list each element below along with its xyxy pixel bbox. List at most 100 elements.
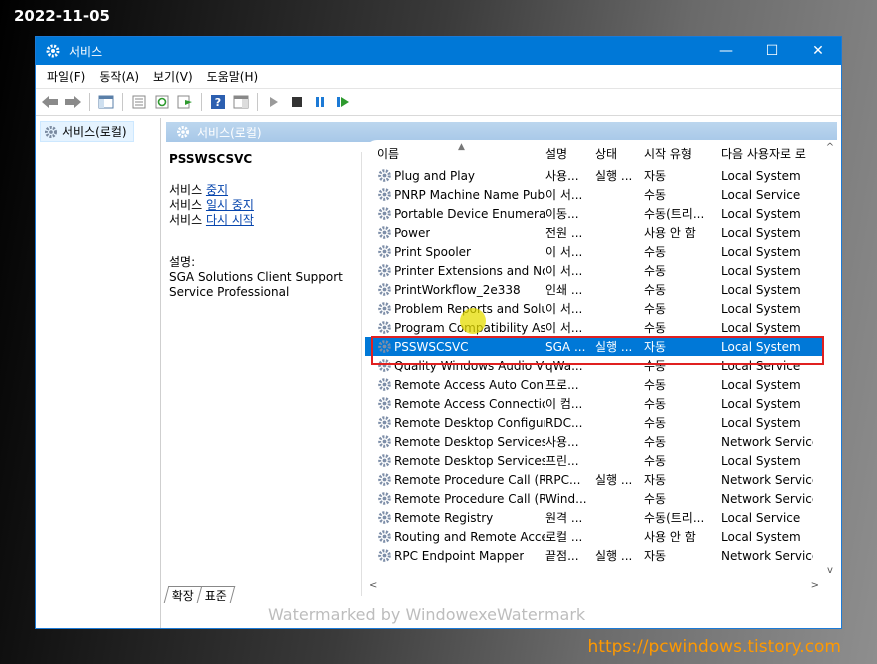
service-gear-icon bbox=[378, 397, 391, 410]
table-row[interactable]: Remote Desktop Services ...프린... 수동 Local … bbox=[365, 451, 837, 470]
help-icon[interactable]: ? bbox=[208, 92, 228, 112]
table-row[interactable]: Remote Desktop Services 사용... 수동 Network Se… bbox=[365, 432, 837, 451]
close-button[interactable]: ✕ bbox=[795, 37, 841, 65]
minimize-button[interactable]: — bbox=[703, 37, 749, 65]
cell-description: 사용... bbox=[545, 435, 579, 449]
column-header-description[interactable]: 설명 bbox=[545, 145, 595, 162]
table-row[interactable]: PrintWorkflow_2e338 인쇄 ... 수동 Local System bbox=[365, 280, 837, 299]
menu-view[interactable]: 보기(V) bbox=[146, 68, 200, 85]
action-prefix: 서비스 bbox=[169, 213, 206, 227]
cell-name: Program Compatibility Assi... bbox=[365, 320, 545, 335]
cell-name: Remote Access Connection... bbox=[365, 396, 545, 411]
pane-header: 서비스(로컬) bbox=[166, 122, 837, 142]
gear-icon bbox=[45, 125, 57, 138]
table-row[interactable]: Problem Reports and Solut...이 서... 수동 Loca… bbox=[365, 299, 837, 318]
refresh-icon[interactable] bbox=[152, 92, 172, 112]
service-name: PNRP Machine Name Publi... bbox=[394, 187, 545, 202]
scroll-up-icon[interactable]: ^ bbox=[823, 142, 837, 153]
table-row[interactable]: Remote Procedure Call (RP...Wind... 수동 Net… bbox=[365, 489, 837, 508]
table-row[interactable]: Remote Access Auto Conn...프로... 수동 Local S… bbox=[365, 375, 837, 394]
cell-startup-type: 수동 bbox=[644, 283, 667, 297]
forward-arrow-icon[interactable] bbox=[63, 92, 83, 112]
service-name: Power bbox=[394, 225, 431, 240]
back-arrow-icon[interactable] bbox=[40, 92, 60, 112]
column-header-name[interactable]: 이름 bbox=[365, 145, 545, 162]
service-gear-icon bbox=[378, 511, 391, 524]
action-prefix: 서비스 bbox=[169, 198, 206, 212]
stop-service-link[interactable]: 중지 bbox=[206, 183, 228, 197]
cell-status: 실행 ... bbox=[595, 473, 633, 487]
table-row[interactable]: RPC Endpoint Mapper 끝점... 실행 ... 자동 Network … bbox=[365, 546, 837, 565]
service-gear-icon bbox=[378, 359, 391, 372]
service-name: RPC Endpoint Mapper bbox=[394, 548, 525, 563]
table-row[interactable]: Remote Desktop Configura...RDC... 수동 Local… bbox=[365, 413, 837, 432]
services-rows: Plug and Play 사용... 실행 ... 자동 Local System PN… bbox=[365, 166, 837, 565]
start-service-icon[interactable] bbox=[264, 92, 284, 112]
cell-startup-type: 자동 bbox=[644, 473, 667, 487]
table-row[interactable]: PNRP Machine Name Publi...이 서... 수동 Local … bbox=[365, 185, 837, 204]
cell-log-on-as: Local System bbox=[721, 453, 801, 468]
cell-log-on-as: Network Service bbox=[721, 548, 813, 563]
table-row[interactable]: Remote Access Connection...이 컴... 수동 Local… bbox=[365, 394, 837, 413]
cell-startup-type: 수동 bbox=[644, 454, 667, 468]
service-gear-icon bbox=[378, 302, 391, 315]
cell-log-on-as: Network Service bbox=[721, 472, 813, 487]
menu-help[interactable]: 도움말(H) bbox=[200, 68, 266, 85]
service-gear-icon bbox=[378, 530, 391, 543]
vertical-scrollbar[interactable]: ^ v bbox=[823, 140, 837, 578]
menu-action[interactable]: 동작(A) bbox=[92, 68, 146, 85]
date-stamp: 2022-11-05 bbox=[14, 7, 110, 25]
service-name: Remote Access Auto Conn... bbox=[394, 377, 545, 392]
menu-file[interactable]: 파일(F) bbox=[40, 68, 92, 85]
cell-startup-type: 수동 bbox=[644, 264, 667, 278]
cell-name: Remote Access Auto Conn... bbox=[365, 377, 545, 392]
cell-log-on-as: Local Service bbox=[721, 358, 801, 373]
export-list-icon[interactable] bbox=[175, 92, 195, 112]
column-header-startup-type[interactable]: 시작 유형 bbox=[644, 145, 721, 162]
description-line: SGA Solutions Client Support bbox=[169, 270, 343, 284]
restart-service-link[interactable]: 다시 시작 bbox=[206, 213, 254, 227]
service-name: Remote Registry bbox=[394, 510, 494, 525]
scroll-left-icon[interactable]: < bbox=[369, 580, 377, 591]
horizontal-scrollbar[interactable]: < > bbox=[365, 578, 823, 592]
cell-description: 이 서... bbox=[545, 302, 583, 316]
table-row[interactable]: Routing and Remote Access 로컬 ... 사용 안 함 Loc… bbox=[365, 527, 837, 546]
gear-icon bbox=[177, 126, 189, 138]
cell-status: 실행 ... bbox=[595, 340, 633, 354]
table-row[interactable]: Print Spooler 이 서... 수동 Local System bbox=[365, 242, 837, 261]
maximize-button[interactable]: ☐ bbox=[749, 37, 795, 65]
stop-service-icon[interactable] bbox=[287, 92, 307, 112]
table-row[interactable]: Printer Extensions and Noti...이 서... 수동 Lo… bbox=[365, 261, 837, 280]
scroll-right-icon[interactable]: > bbox=[811, 580, 819, 591]
title-bar[interactable]: 서비스 — ☐ ✕ bbox=[36, 37, 841, 65]
cell-description: 프로... bbox=[545, 378, 579, 392]
table-row[interactable]: PSSWSCSVC SGA ... 실행 ... 자동 Local System bbox=[365, 337, 837, 356]
menu-bar: 파일(F) 동작(A) 보기(V) 도움말(H) bbox=[36, 65, 841, 89]
table-row[interactable]: Remote Procedure Call (RP...RPC... 실행 ...… bbox=[365, 470, 837, 489]
cell-log-on-as: Local System bbox=[721, 396, 801, 411]
scroll-down-icon[interactable]: v bbox=[823, 565, 837, 576]
table-row[interactable]: Program Compatibility Assi...이 서... 수동 Loc… bbox=[365, 318, 837, 337]
column-header-log-on-as[interactable]: 다음 사용자로 로 bbox=[721, 145, 813, 162]
show-pane-icon[interactable] bbox=[231, 92, 251, 112]
restart-service-icon[interactable] bbox=[333, 92, 353, 112]
service-gear-icon bbox=[378, 340, 391, 353]
tree-item-services-local[interactable]: 서비스(로컬) bbox=[40, 121, 134, 142]
table-row[interactable]: Remote Registry 원격 ... 수동(트리... Local Servi… bbox=[365, 508, 837, 527]
pause-service-icon[interactable] bbox=[310, 92, 330, 112]
table-row[interactable]: Portable Device Enumerato...이동... 수동(트리..… bbox=[365, 204, 837, 223]
cell-log-on-as: Local Service bbox=[721, 187, 801, 202]
properties-icon[interactable] bbox=[129, 92, 149, 112]
cell-name: Power bbox=[365, 225, 545, 240]
table-row[interactable]: Plug and Play 사용... 실행 ... 자동 Local System bbox=[365, 166, 837, 185]
console-tree-icon[interactable] bbox=[96, 92, 116, 112]
cell-name: Print Spooler bbox=[365, 244, 545, 259]
table-row[interactable]: Quality Windows Audio Vi... qWa... 수동 Local… bbox=[365, 356, 837, 375]
pause-service-link[interactable]: 일시 중지 bbox=[206, 198, 254, 212]
table-row[interactable]: Power 전원 ... 사용 안 함 Local System bbox=[365, 223, 837, 242]
service-gear-icon bbox=[378, 416, 391, 429]
column-header-status[interactable]: 상태 bbox=[595, 145, 644, 162]
tab-standard[interactable]: 표준 bbox=[196, 586, 236, 603]
cell-description: qWa... bbox=[545, 358, 583, 373]
service-gear-icon bbox=[378, 283, 391, 296]
